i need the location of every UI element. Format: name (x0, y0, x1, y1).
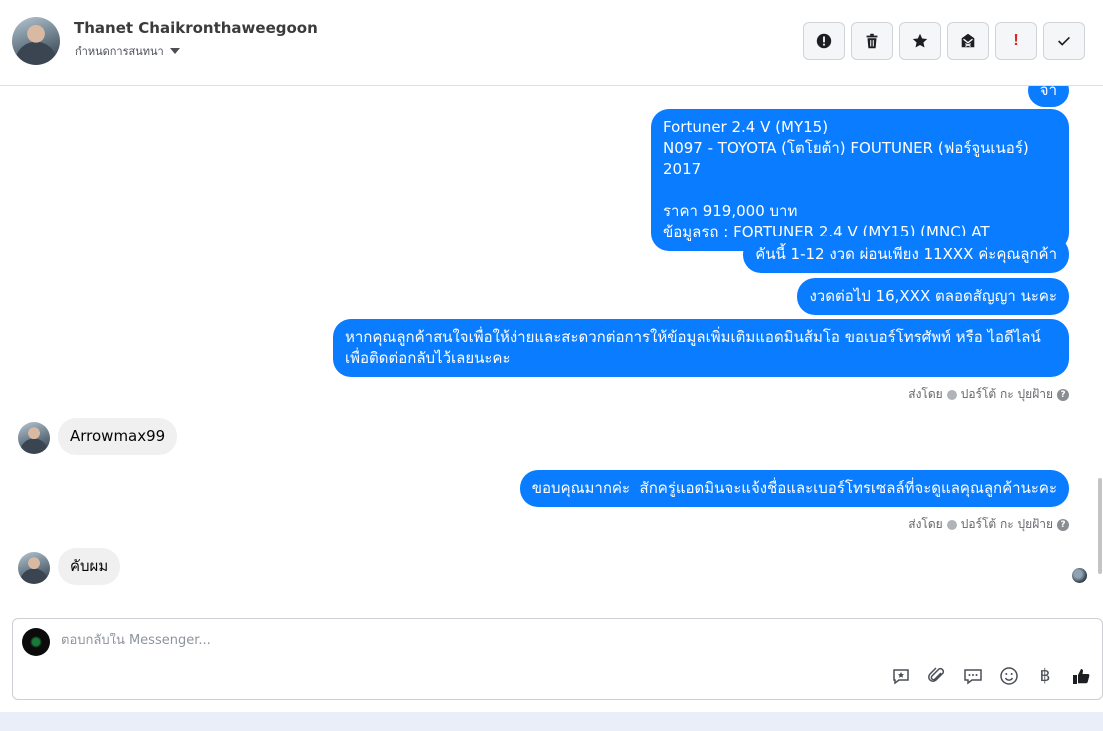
message-outgoing[interactable]: งวดต่อไป 16,XXX ตลอดสัญญา นะคะ (797, 278, 1069, 315)
star-button[interactable] (899, 22, 941, 60)
saved-reply-button[interactable] (890, 665, 912, 687)
reply-composer: ฿ (12, 618, 1103, 700)
baht-icon: ฿ (1039, 666, 1051, 686)
sender-name: ปอร์โต้ กะ ปุยฝ้าย (960, 387, 1053, 401)
message-outgoing[interactable]: คันนี้ 1-12 งวด ผ่อนเพียง 11XXX ค่ะคุณลู… (743, 236, 1069, 273)
attach-button[interactable] (926, 665, 948, 687)
message-outgoing[interactable]: จ้า (1027, 86, 1069, 107)
thread-scrollbar[interactable] (1098, 478, 1102, 574)
conversation-header: Thanet Chaikronthaweegoon กำหนดการสนทนา … (0, 0, 1103, 86)
page-avatar (22, 628, 50, 656)
header-toolbar: ! (803, 22, 1085, 60)
emoji-icon (1000, 667, 1018, 685)
report-spam-button[interactable] (803, 22, 845, 60)
sender-name: ปอร์โต้ กะ ปุยฝ้าย (960, 517, 1053, 531)
help-icon[interactable]: ? (1057, 388, 1069, 401)
delete-button[interactable] (851, 22, 893, 60)
message-outgoing[interactable]: ขอบคุณมากค่ะ สักครู่แอดมินจะแจ้งชื่อและเ… (519, 470, 1069, 507)
envelope-x-icon (961, 33, 975, 48)
message-outgoing[interactable]: Fortuner 2.4 V (MY15) N097 - TOYOTA (โตโ… (651, 109, 1069, 251)
paperclip-icon (928, 667, 945, 682)
help-icon[interactable]: ? (1057, 518, 1069, 531)
contact-avatar-small (18, 552, 50, 584)
alert-circle-icon (816, 33, 832, 49)
trash-icon (866, 33, 878, 49)
message-incoming[interactable]: Arrowmax99 (58, 418, 178, 455)
assign-label: กำหนดการสนทนา (75, 45, 164, 58)
like-button[interactable] (1070, 665, 1092, 687)
message-outgoing[interactable]: หากคุณลูกค้าสนใจเพื่อให้ง่ายและสะดวกต่อก… (333, 319, 1069, 377)
chat-bubbles-icon (964, 669, 982, 685)
sender-status-icon (946, 519, 957, 530)
sent-by-label: ส่งโดย ปอร์โต้ กะ ปุยฝ้าย ? (908, 385, 1069, 404)
emoji-button[interactable] (998, 665, 1020, 687)
contact-name[interactable]: Thanet Chaikronthaweegoon (74, 19, 318, 37)
quick-replies-button[interactable] (962, 665, 984, 687)
caret-down-icon (169, 48, 180, 54)
check-icon (1058, 36, 1070, 46)
message-incoming[interactable]: คับผม (58, 548, 121, 585)
sent-by-text: ส่งโดย (908, 517, 943, 531)
mark-unread-button[interactable] (947, 22, 989, 60)
exclamation-icon: ! (1013, 32, 1019, 49)
reply-input[interactable] (61, 633, 761, 648)
saved-reply-icon (893, 669, 909, 685)
composer-toolbar: ฿ (890, 665, 1092, 687)
sender-status-icon (946, 389, 957, 400)
assign-conversation-dropdown[interactable]: กำหนดการสนทนา (75, 42, 180, 60)
contact-avatar-small (18, 422, 50, 454)
message-thread[interactable]: จ้า Fortuner 2.4 V (MY15) N097 - TOYOTA … (0, 86, 1103, 614)
sent-by-text: ส่งโดย (908, 387, 943, 401)
sent-by-label: ส่งโดย ปอร์โต้ กะ ปุยฝ้าย ? (908, 515, 1069, 534)
footer-strip (0, 712, 1103, 731)
payment-button[interactable]: ฿ (1034, 665, 1056, 687)
follow-up-button[interactable]: ! (995, 22, 1037, 60)
star-icon (912, 33, 928, 48)
contact-avatar[interactable] (12, 17, 60, 65)
seen-indicator-avatar (1072, 568, 1087, 583)
thumbs-up-icon (1073, 669, 1090, 684)
mark-done-button[interactable] (1043, 22, 1085, 60)
